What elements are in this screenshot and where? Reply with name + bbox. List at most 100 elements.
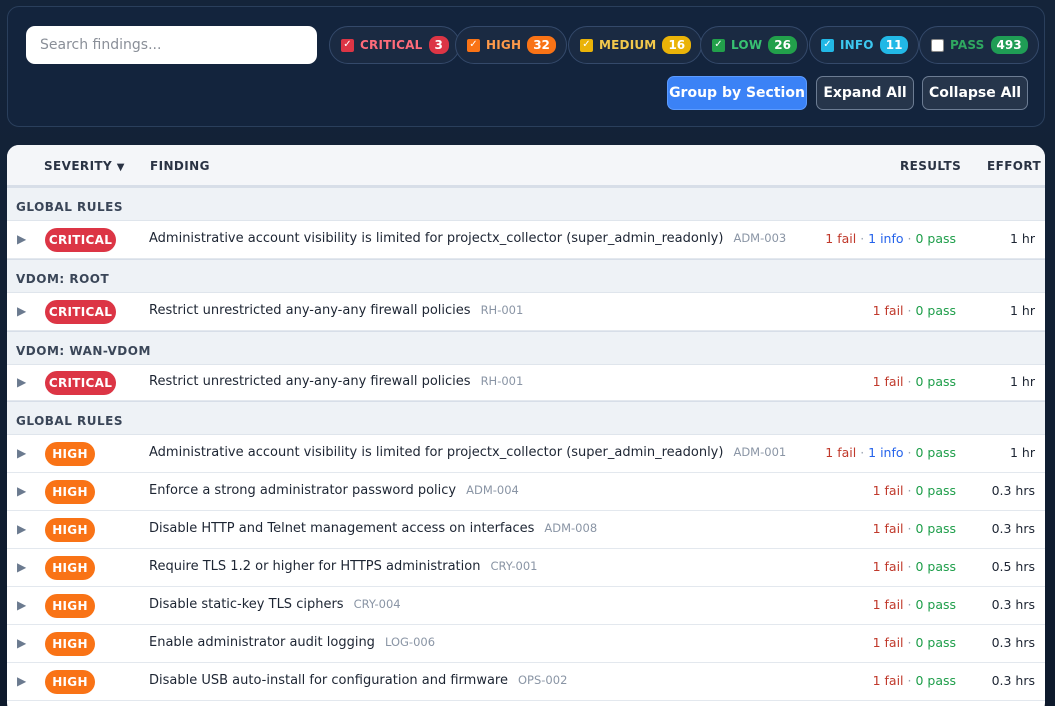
expand-arrow-icon[interactable]: ▶ [17,636,26,650]
filter-chip-pass[interactable]: PASS 493 [919,26,1039,64]
filter-count-badge: 493 [990,36,1028,54]
severity-badge: HIGH [45,442,95,466]
column-header-severity[interactable]: SEVERITY ▼ [44,159,125,173]
checkbox-checked-icon[interactable]: ✓ [341,38,354,52]
expand-arrow-icon[interactable]: ▶ [17,560,26,574]
severity-badge: HIGH [45,556,95,580]
finding-title: Enable administrator audit logging [149,635,375,650]
filter-count-badge: 26 [768,36,797,54]
filter-count-badge: 32 [527,36,556,54]
finding-title: Restrict unrestricted any-any-any firewa… [149,374,471,389]
expand-arrow-icon[interactable]: ▶ [17,674,26,688]
finding-cell: Disable USB auto-install for configurati… [149,673,567,688]
fail-count: 1 fail [872,521,904,536]
group-by-section-button[interactable]: Group by Section [667,76,807,110]
checkbox-checked-icon[interactable]: ✓ [712,38,725,52]
expand-arrow-icon[interactable]: ▶ [17,304,26,318]
effort-cell: 1 hr [1010,374,1035,389]
expand-arrow-icon[interactable]: ▶ [17,375,26,389]
search-input[interactable] [26,26,317,64]
section-title: GLOBAL RULES [16,414,123,428]
finding-id: CRY-004 [353,597,401,611]
expand-arrow-icon[interactable]: ▶ [17,484,26,498]
separator-dot: · [903,597,916,612]
filter-count-badge: 11 [879,36,909,54]
section-title: GLOBAL RULES [16,200,123,214]
filter-chip-critical[interactable]: ✓ CRITICAL 3 [329,26,460,64]
table-row[interactable]: ▶ HIGH Enforce a strong administrator pass… [7,473,1045,511]
pass-count: 0 pass [915,231,956,246]
severity-badge: CRITICAL [45,300,116,324]
filter-chip-high[interactable]: ✓ HIGH 32 [455,26,567,64]
severity-badge: CRITICAL [45,371,116,395]
expand-arrow-icon[interactable]: ▶ [17,598,26,612]
separator-dot: · [903,673,916,688]
finding-id: RH-001 [480,303,524,317]
pass-count: 0 pass [915,521,956,536]
info-count: 1 info [868,445,904,460]
finding-cell: Administrative account visibility is lim… [149,445,786,460]
fail-count: 1 fail [825,231,857,246]
table-row[interactable]: ▶ CRITICAL Administrative account visibili… [7,221,1045,259]
results-cell: 1 fail · 0 pass [873,521,956,536]
expand-all-button[interactable]: Expand All [816,76,914,110]
checkbox-unchecked-icon[interactable] [931,38,944,52]
severity-badge: HIGH [45,632,95,656]
section-header: GLOBAL RULES [7,187,1045,221]
effort-cell: 1 hr [1010,445,1035,460]
finding-id: LOG-006 [384,635,436,649]
fail-count: 1 fail [872,597,904,612]
filter-chip-low[interactable]: ✓ LOW 26 [700,26,808,64]
separator-dot: · [903,445,916,460]
collapse-all-button[interactable]: Collapse All [922,76,1028,110]
findings-table: SEVERITY ▼ FINDING RESULTS EFFORT GLOBAL… [7,145,1045,706]
filter-chip-info[interactable]: ✓ INFO 11 [809,26,920,64]
expand-arrow-icon[interactable]: ▶ [17,232,26,246]
checkbox-checked-icon[interactable]: ✓ [580,38,593,52]
finding-title: Disable static-key TLS ciphers [149,597,344,612]
finding-cell: Restrict unrestricted any-any-any firewa… [149,303,523,318]
column-label: SEVERITY [44,159,113,173]
expand-arrow-icon[interactable]: ▶ [17,446,26,460]
severity-badge: HIGH [45,594,95,618]
table-row[interactable]: ▶ HIGH Disable static-key TLS ciphers CRY-0… [7,587,1045,625]
finding-cell: Disable static-key TLS ciphers CRY-004 [149,597,401,612]
severity-badge: HIGH [45,480,95,504]
section-title: VDOM: ROOT [16,272,110,286]
finding-cell: Enable administrator audit logging LOG-00… [149,635,435,650]
results-cell: 1 fail · 0 pass [873,559,956,574]
finding-cell: Disable HTTP and Telnet management acces… [149,521,597,536]
column-header-results: RESULTS [900,159,962,173]
table-row[interactable]: ▶ CRITICAL Restrict unrestricted any-any-a… [7,365,1045,401]
pass-count: 0 pass [915,303,956,318]
filter-label: LOW [731,38,763,52]
table-row[interactable]: ▶ CRITICAL Restrict unrestricted any-any-a… [7,293,1045,331]
column-header-effort: EFFORT [987,159,1042,173]
checkbox-checked-icon[interactable]: ✓ [467,38,480,52]
table-row[interactable]: ▶ HIGH Disable HTTP and Telnet management … [7,511,1045,549]
table-row[interactable]: ▶ HIGH Administrative account visibility i… [7,435,1045,473]
section-header: VDOM: ROOT [7,259,1045,293]
fail-count: 1 fail [872,673,904,688]
checkbox-checked-icon[interactable]: ✓ [821,38,834,52]
table-header: SEVERITY ▼ FINDING RESULTS EFFORT [7,145,1045,187]
filter-label: INFO [840,38,874,52]
effort-cell: 0.3 hrs [991,521,1035,536]
results-cell: 1 fail · 0 pass [873,483,956,498]
finding-title: Disable USB auto-install for configurati… [149,673,508,688]
fail-count: 1 fail [872,374,904,389]
table-row[interactable]: ▶ HIGH Require TLS 1.2 or higher for HTTPS… [7,549,1045,587]
filter-count-badge: 16 [662,36,692,54]
expand-arrow-icon[interactable]: ▶ [17,522,26,536]
table-row[interactable]: ▶ HIGH Enable administrator audit logging L… [7,625,1045,663]
results-cell: 1 fail · 0 pass [873,635,956,650]
finding-id: ADM-001 [733,445,787,459]
finding-cell: Administrative account visibility is lim… [149,231,786,246]
pass-count: 0 pass [915,559,956,574]
results-cell: 1 fail · 0 pass [873,303,956,318]
filter-chip-medium[interactable]: ✓ MEDIUM 16 [568,26,703,64]
table-row[interactable]: ▶ HIGH Disable USB auto-install for config… [7,663,1045,701]
finding-id: ADM-003 [733,231,787,245]
finding-title: Administrative account visibility is lim… [149,445,724,460]
finding-id: CRY-001 [490,559,538,573]
